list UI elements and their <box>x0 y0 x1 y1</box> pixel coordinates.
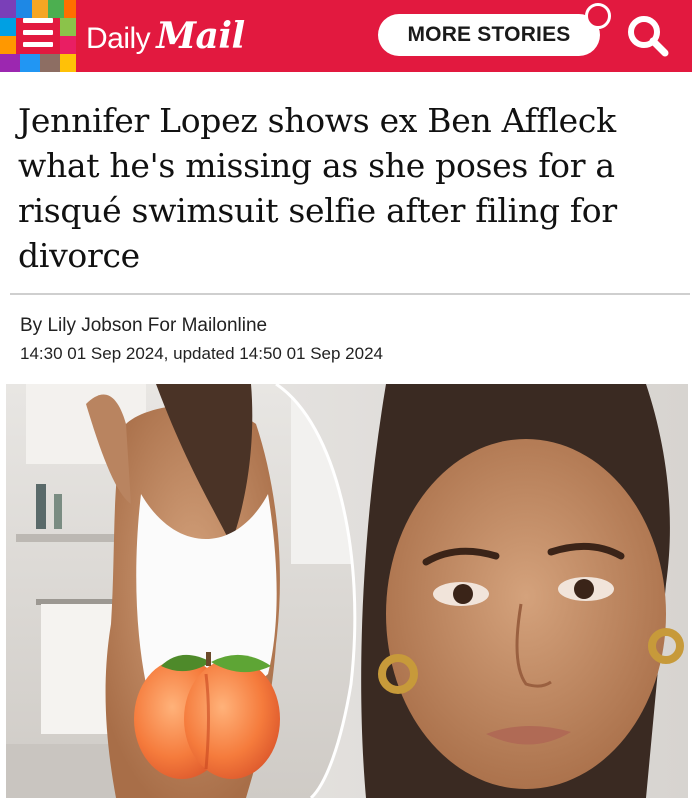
article-byline[interactable]: By Lily Jobson For Mailonline <box>20 315 267 337</box>
article-hero-image[interactable] <box>6 384 688 798</box>
article-headline: Jennifer Lopez shows ex Ben Affleck what… <box>18 101 617 275</box>
article-timestamp: 14:30 01 Sep 2024, updated 14:50 01 Sep … <box>20 344 383 363</box>
logo-daily-text: Daily <box>86 22 151 55</box>
peach-emoji <box>134 652 280 779</box>
search-icon <box>628 16 669 57</box>
search-button[interactable] <box>624 12 672 60</box>
menu-icon <box>23 18 53 48</box>
divider <box>10 293 690 295</box>
notification-dot <box>585 3 611 29</box>
article-page: Daily Mail MORE STORIES Jennifer Lopez s… <box>0 0 692 800</box>
more-stories-button[interactable]: MORE STORIES <box>378 14 600 56</box>
hero-photo <box>6 384 688 798</box>
site-logo[interactable]: Daily Mail <box>86 15 245 57</box>
logo-mail-text: Mail <box>156 15 245 57</box>
menu-button[interactable] <box>0 0 76 72</box>
site-header: Daily Mail MORE STORIES <box>0 0 692 72</box>
